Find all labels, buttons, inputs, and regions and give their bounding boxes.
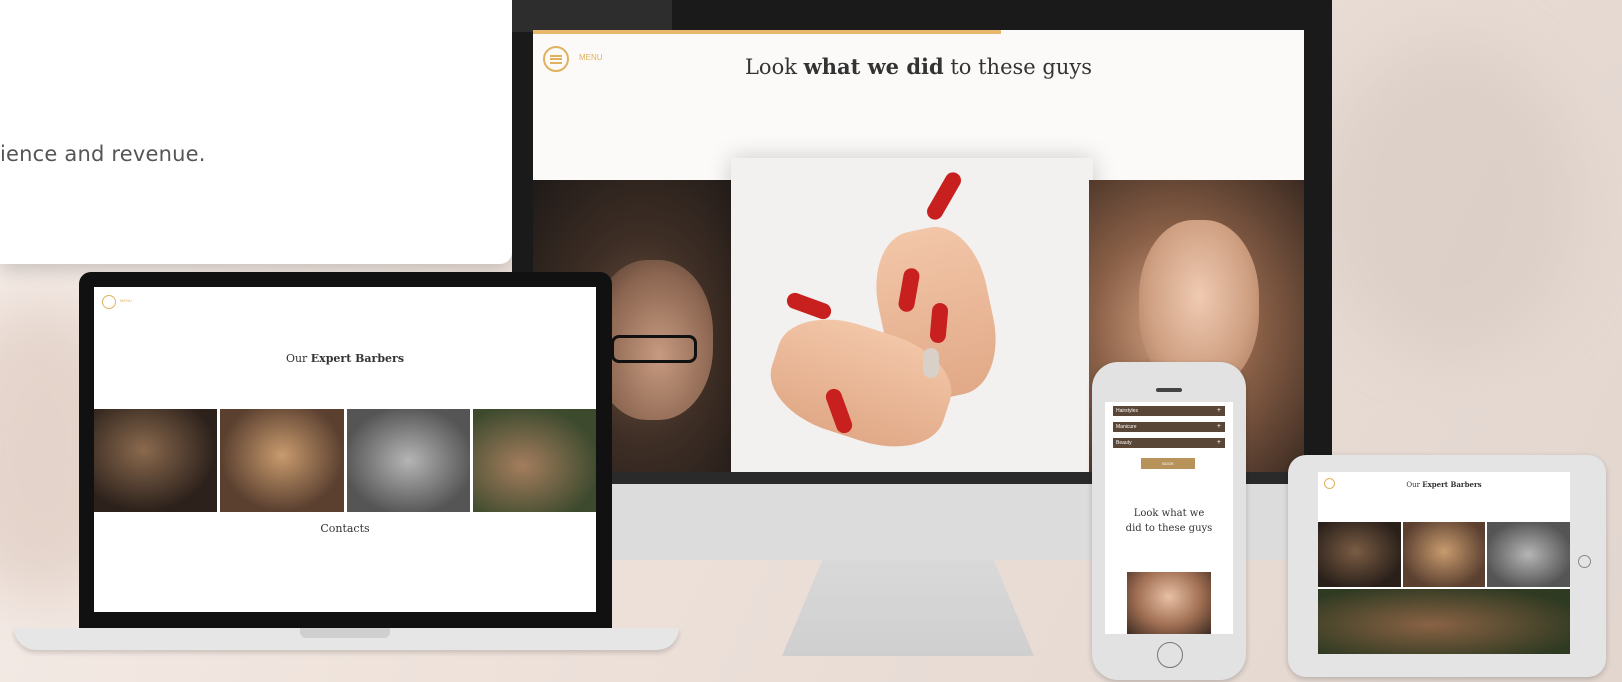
barber-photo[interactable] xyxy=(94,409,218,512)
title-prefix: Look xyxy=(744,55,804,79)
title-suffix: to these guys xyxy=(943,55,1092,79)
title-bold: Expert Barbers xyxy=(310,352,405,365)
nail-shape xyxy=(924,169,964,223)
nail-shape xyxy=(923,348,939,378)
laptop-screen: MENU Our Expert Barbers Contacts xyxy=(94,287,596,612)
phone-screen: Hairstyles Manicure Beauty BOOK Look wha… xyxy=(1105,402,1233,634)
accordion-row[interactable]: Hairstyles xyxy=(1113,406,1225,416)
section-title: Look what we did to these guys xyxy=(533,54,1304,79)
laptop-notch xyxy=(300,628,390,638)
title-bold: what we did xyxy=(803,54,944,79)
title-prefix: Our xyxy=(1406,481,1423,489)
background-blob xyxy=(1320,40,1580,360)
accordion-row[interactable]: Manicure xyxy=(1113,422,1225,432)
section-title: Our Expert Barbers xyxy=(1318,480,1570,489)
section-title: Our Expert Barbers xyxy=(94,352,596,365)
phone-speaker xyxy=(1156,388,1182,392)
title-bold: Expert Barbers xyxy=(1422,480,1482,489)
nail-shape xyxy=(784,290,834,322)
title-prefix: Our xyxy=(285,352,311,365)
barber-photo-wide[interactable] xyxy=(1318,589,1570,654)
home-button[interactable] xyxy=(1157,642,1183,668)
barber-photo[interactable] xyxy=(472,409,596,512)
glasses-shape xyxy=(611,335,697,363)
intro-card: ience and revenue. xyxy=(0,0,512,264)
barber-photo-grid xyxy=(1318,522,1570,654)
barber-photo-strip xyxy=(94,409,596,512)
scroll-progress-bar xyxy=(533,30,1001,34)
book-button[interactable]: BOOK xyxy=(1141,458,1195,469)
barber-photo[interactable] xyxy=(1487,522,1570,587)
monitor-stand xyxy=(782,560,1034,656)
home-button[interactable] xyxy=(1578,555,1591,568)
gallery-photo-manicure[interactable] xyxy=(731,158,1093,472)
barber-photo[interactable] xyxy=(1318,522,1401,587)
section-title: Look what we did to these guys xyxy=(1125,508,1213,534)
barber-photo[interactable] xyxy=(220,409,344,512)
tablet-screen: Our Expert Barbers xyxy=(1318,472,1570,654)
menu-button[interactable] xyxy=(102,295,116,309)
contacts-title: Contacts xyxy=(320,522,370,535)
barber-photo[interactable] xyxy=(1402,522,1486,587)
barber-photo[interactable] xyxy=(346,409,470,512)
gallery-photo[interactable] xyxy=(1127,572,1211,634)
accordion-row[interactable]: Beauty xyxy=(1113,438,1225,448)
intro-text: ience and revenue. xyxy=(0,142,206,166)
menu-label[interactable]: MENU xyxy=(120,298,132,303)
